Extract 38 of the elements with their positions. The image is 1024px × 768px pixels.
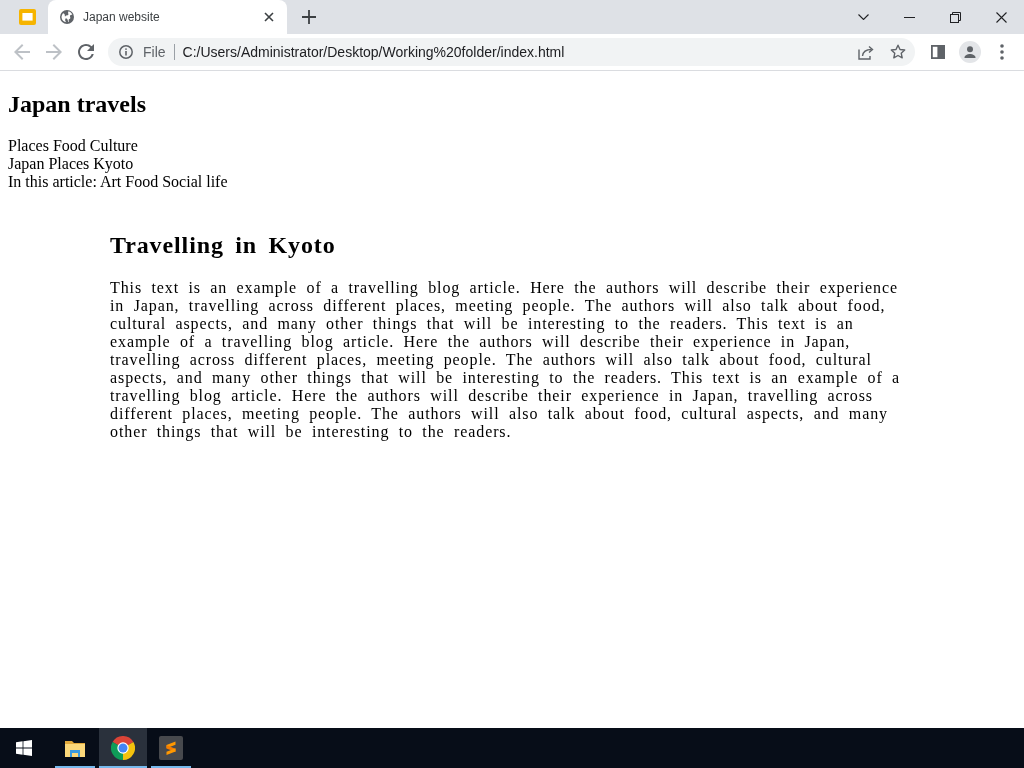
folder-icon	[65, 739, 85, 757]
profile-button[interactable]	[956, 38, 984, 66]
arrow-right-icon	[46, 44, 62, 60]
restore-icon	[949, 11, 961, 23]
globe-icon	[60, 10, 74, 24]
address-field[interactable]: C:/Users/Administrator/Desktop/Working%20folder/index.html	[182, 44, 852, 60]
code-editor-icon	[159, 736, 183, 760]
article-paragraph: This text is an example of a travelling blog article. Here the authors will describe their experience in Japan, travelling across different places, meeting people. The authors will also talk about food, cultural aspects, and many other things that will be interesting to the readers. This text is an example of a travelling blog article. Here the authors will describe their experience in Japan, travelling across different places, meeting people. The authors will also talk about food, cultural aspects, and many other things that will be interesting to the readers. This text is an example of a travelling blog article. Here the authors will describe their experience in Japan, travelling across different places, meeting people. The authors will also talk about food, cultural aspects, and many other things that will be interesting to the readers.	[110, 279, 902, 441]
article-heading: Travelling in Kyoto	[110, 232, 336, 258]
nav-text: Places	[8, 137, 49, 154]
minimize-icon	[903, 16, 915, 18]
four-panes-icon	[16, 740, 32, 756]
contents-text: Food	[125, 173, 159, 190]
more-vertical-icon	[1000, 44, 1004, 60]
plus-icon	[302, 10, 316, 24]
contents-text: Social life	[162, 173, 228, 190]
taskbar-app-button[interactable]	[99, 728, 147, 768]
browser-tab[interactable]: Japan website	[48, 0, 287, 34]
site-info-button[interactable]: File	[119, 40, 166, 64]
close-icon	[264, 12, 274, 22]
breadcrumb-text: Kyoto	[93, 155, 134, 172]
arrow-left-icon	[14, 44, 30, 60]
breadcrumb-text: Places	[48, 155, 90, 172]
breadcrumb-text: Japan	[8, 155, 45, 172]
browser-icon	[111, 736, 135, 760]
contents-text: Art	[100, 173, 122, 190]
side-panel-icon	[931, 45, 945, 59]
site-title: Japan travels	[8, 91, 146, 117]
nav-text: Food	[52, 137, 86, 154]
share-icon	[857, 44, 875, 60]
nav-text: Culture	[89, 137, 138, 154]
person-avatar-icon	[959, 41, 981, 63]
close-icon	[995, 11, 1007, 23]
star-icon	[890, 44, 906, 60]
reload-icon	[78, 44, 94, 60]
contents-label: In this article:	[8, 173, 97, 190]
chevron-down-icon	[857, 14, 869, 20]
info-icon	[119, 45, 133, 59]
